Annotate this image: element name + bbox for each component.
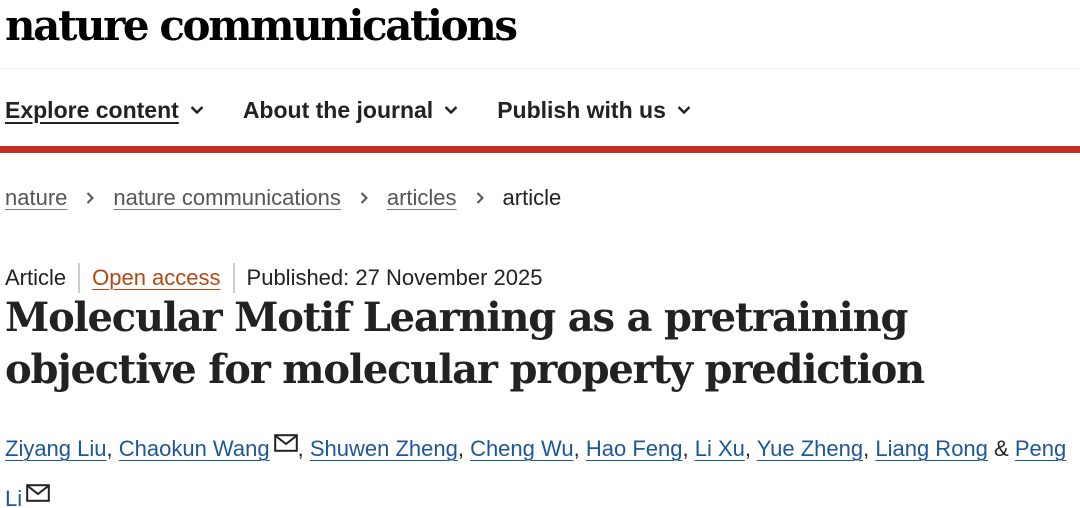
mail-icon[interactable] [26, 472, 50, 502]
open-access-link[interactable]: Open access [92, 265, 220, 291]
author-separator: , [457, 436, 471, 461]
chevron-right-icon [87, 192, 95, 204]
chevron-right-icon [360, 192, 368, 204]
chevron-down-icon [677, 106, 691, 115]
author-link[interactable]: Shuwen Zheng [310, 436, 458, 461]
author-separator: , [863, 436, 876, 461]
author-separator: , [297, 436, 310, 461]
chevron-down-icon [444, 106, 458, 115]
author-separator: , [682, 436, 695, 461]
breadcrumb-current: article [502, 185, 562, 210]
journal-logo[interactable]: nature communications [5, 0, 518, 54]
author-separator: & [987, 436, 1015, 461]
author-separator: , [106, 436, 119, 461]
breadcrumb-nature[interactable]: nature [5, 185, 67, 211]
author-link[interactable]: Li Xu [695, 436, 745, 461]
meta-divider [78, 263, 81, 293]
nav-explore-content[interactable]: Explore content [5, 97, 205, 124]
published-date: Published: 27 November 2025 [246, 265, 543, 290]
author-link[interactable]: Cheng Wu [470, 436, 574, 461]
breadcrumb-nature-communications[interactable]: nature communications [113, 185, 340, 211]
meta-divider [232, 263, 235, 293]
main-nav: Explore content About the journal Publis… [5, 90, 730, 130]
chevron-right-icon [476, 192, 484, 204]
author-separator: , [744, 436, 757, 461]
author-link[interactable]: Hao Feng [586, 436, 683, 461]
nav-about-journal[interactable]: About the journal [243, 97, 459, 124]
accent-rule [0, 146, 1080, 153]
nav-publish-with-us-label: Publish with us [497, 96, 666, 123]
author-link[interactable]: Liang Rong [875, 436, 988, 461]
article-title: Molecular Motif Learning as a pretrainin… [5, 294, 925, 393]
breadcrumb-articles[interactable]: articles [387, 185, 457, 211]
author-list: Ziyang Liu, Chaokun Wang, Shuwen Zheng, … [5, 422, 1080, 508]
author-separator: , [573, 436, 586, 461]
header-divider [0, 68, 1080, 69]
nav-publish-with-us[interactable]: Publish with us [497, 97, 692, 124]
chevron-down-icon [190, 106, 204, 115]
mail-icon[interactable] [273, 422, 298, 452]
nav-explore-content-label: Explore content [5, 96, 179, 123]
author-link[interactable]: Chaokun Wang [119, 436, 270, 461]
author-link[interactable]: Ziyang Liu [5, 436, 107, 461]
nav-about-journal-label: About the journal [242, 96, 434, 123]
author-link[interactable]: Yue Zheng [757, 436, 863, 461]
article-meta: Article Open access Published: 27 Novemb… [5, 262, 543, 294]
article-type: Article [5, 265, 67, 290]
breadcrumb: nature nature communications articles ar… [5, 182, 561, 214]
